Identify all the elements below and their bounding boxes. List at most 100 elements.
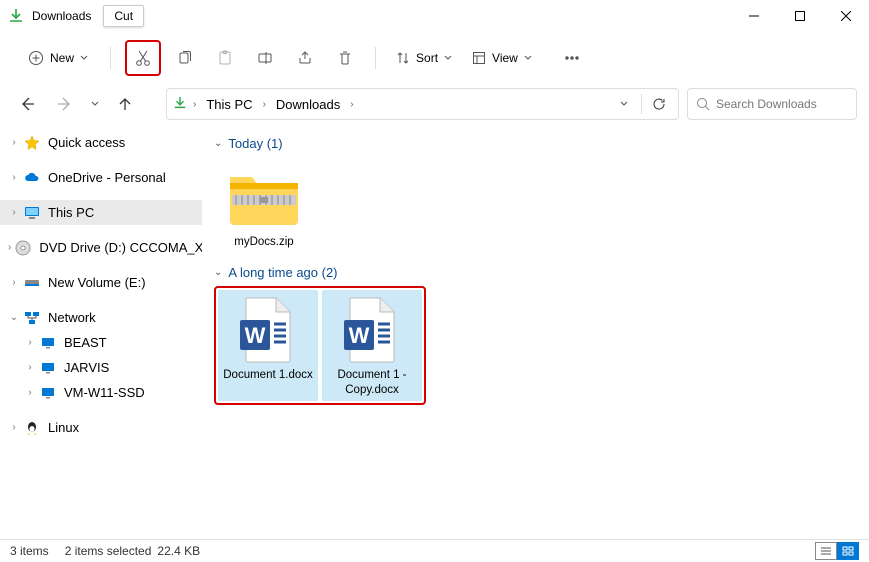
icons-view-button[interactable]: [837, 542, 859, 560]
search-icon: [696, 97, 710, 111]
titlebar: Downloads Cut: [0, 0, 869, 32]
breadcrumb-downloads[interactable]: Downloads: [272, 95, 344, 114]
status-item-count: 3 items: [10, 544, 49, 558]
sidebar-item-this-pc[interactable]: › This PC: [0, 200, 202, 225]
sidebar-item-onedrive[interactable]: › OneDrive - Personal: [0, 165, 202, 190]
tree-label: BEAST: [64, 335, 107, 350]
tree-label: JARVIS: [64, 360, 109, 375]
new-label: New: [50, 51, 74, 65]
file-item-mydocs[interactable]: myDocs.zip: [214, 157, 314, 253]
downloads-icon: [173, 96, 187, 113]
chevron-right-icon[interactable]: ›: [191, 99, 198, 110]
chevron-right-icon[interactable]: ›: [8, 242, 11, 253]
sidebar-item-network[interactable]: ⌄ Network: [0, 305, 202, 330]
file-list: ⌄ Today (1) myDocs.zip ⌄ A long time ago…: [202, 124, 869, 537]
back-button[interactable]: [12, 89, 42, 119]
divider: [110, 47, 111, 69]
view-label: View: [492, 51, 518, 65]
navigation-row: › This PC › Downloads › Search Downloads: [0, 84, 869, 124]
maximize-button[interactable]: [777, 0, 823, 32]
sidebar-item-new-volume[interactable]: › New Volume (E:): [0, 270, 202, 295]
computer-icon: [40, 335, 56, 351]
address-bar[interactable]: › This PC › Downloads ›: [166, 88, 679, 120]
file-label: Document 1.docx: [222, 368, 314, 382]
tree-label: This PC: [48, 205, 94, 220]
tree-label: OneDrive - Personal: [48, 170, 166, 185]
tree-label: Linux: [48, 420, 79, 435]
chevron-down-icon[interactable]: ⌄: [8, 312, 20, 323]
search-input[interactable]: Search Downloads: [687, 88, 857, 120]
chevron-right-icon[interactable]: ›: [24, 362, 36, 373]
chevron-right-icon[interactable]: ›: [348, 99, 355, 110]
chevron-down-icon: [80, 54, 88, 62]
computer-icon: [40, 360, 56, 376]
downloads-icon: [8, 8, 24, 24]
sort-label: Sort: [416, 51, 438, 65]
view-button[interactable]: View: [464, 47, 540, 69]
sidebar-item-dvd[interactable]: › DVD Drive (D:) CCCOMA_X64: [0, 235, 202, 260]
drive-icon: [24, 275, 40, 291]
sidebar-item-net-beast[interactable]: › BEAST: [0, 330, 202, 355]
file-item-document1[interactable]: W Document 1.docx: [218, 290, 318, 401]
new-button[interactable]: New: [18, 46, 98, 70]
paste-button[interactable]: [207, 40, 243, 76]
chevron-right-icon[interactable]: ›: [261, 99, 268, 110]
cloud-icon: [24, 170, 40, 186]
main-area: › Quick access › OneDrive - Personal › T…: [0, 124, 869, 537]
status-bar: 3 items 2 items selected 22.4 KB: [0, 539, 869, 562]
sidebar-item-net-jarvis[interactable]: › JARVIS: [0, 355, 202, 380]
minimize-button[interactable]: [731, 0, 777, 32]
tree-label: New Volume (E:): [48, 275, 146, 290]
network-icon: [24, 310, 40, 326]
cut-tooltip: Cut: [103, 5, 144, 27]
chevron-right-icon[interactable]: ›: [24, 387, 36, 398]
file-label: Document 1 - Copy.docx: [326, 368, 418, 397]
group-today[interactable]: ⌄ Today (1): [214, 136, 857, 151]
zip-folder-icon: [224, 161, 304, 233]
word-document-icon: W: [332, 294, 412, 366]
more-button[interactable]: [554, 40, 590, 76]
chevron-down-icon: ⌄: [214, 138, 222, 149]
sidebar-item-quick-access[interactable]: › Quick access: [0, 130, 202, 155]
address-dropdown-button[interactable]: [611, 91, 637, 117]
chevron-right-icon[interactable]: ›: [8, 422, 20, 433]
monitor-icon: [24, 205, 40, 221]
chevron-down-icon: [524, 54, 532, 62]
chevron-right-icon[interactable]: ›: [8, 277, 20, 288]
chevron-right-icon[interactable]: ›: [8, 137, 20, 148]
cut-button[interactable]: [125, 40, 161, 76]
tree-label: Network: [48, 310, 96, 325]
copy-button[interactable]: [167, 40, 203, 76]
search-placeholder: Search Downloads: [716, 97, 817, 111]
sidebar-item-net-vm[interactable]: › VM-W11-SSD: [0, 380, 202, 405]
tree-label: Quick access: [48, 135, 125, 150]
svg-text:W: W: [245, 323, 266, 348]
chevron-down-icon: [444, 54, 452, 62]
breadcrumb-this-pc[interactable]: This PC: [202, 95, 256, 114]
file-item-document1-copy[interactable]: W Document 1 - Copy.docx: [322, 290, 422, 401]
group-old[interactable]: ⌄ A long time ago (2): [214, 265, 857, 280]
sort-button[interactable]: Sort: [388, 47, 460, 69]
recent-locations-button[interactable]: [88, 89, 102, 119]
selected-files-highlight: W Document 1.docx W Document 1 - Copy.do…: [214, 286, 426, 405]
chevron-right-icon[interactable]: ›: [24, 337, 36, 348]
up-button[interactable]: [110, 89, 140, 119]
forward-button[interactable]: [50, 89, 80, 119]
status-selected-count: 2 items selected: [65, 544, 152, 558]
sidebar-item-linux[interactable]: › Linux: [0, 415, 202, 440]
delete-button[interactable]: [327, 40, 363, 76]
rename-button[interactable]: [247, 40, 283, 76]
details-view-button[interactable]: [815, 542, 837, 560]
toolbar: New Sort View: [0, 32, 869, 84]
status-size: 22.4 KB: [157, 544, 200, 558]
tree-label: VM-W11-SSD: [64, 385, 145, 400]
share-button[interactable]: [287, 40, 323, 76]
word-document-icon: W: [228, 294, 308, 366]
refresh-button[interactable]: [646, 91, 672, 117]
close-button[interactable]: [823, 0, 869, 32]
window-title: Downloads: [32, 9, 91, 23]
chevron-right-icon[interactable]: ›: [8, 172, 20, 183]
file-label: myDocs.zip: [218, 235, 310, 249]
divider: [375, 47, 376, 69]
chevron-right-icon[interactable]: ›: [8, 207, 20, 218]
